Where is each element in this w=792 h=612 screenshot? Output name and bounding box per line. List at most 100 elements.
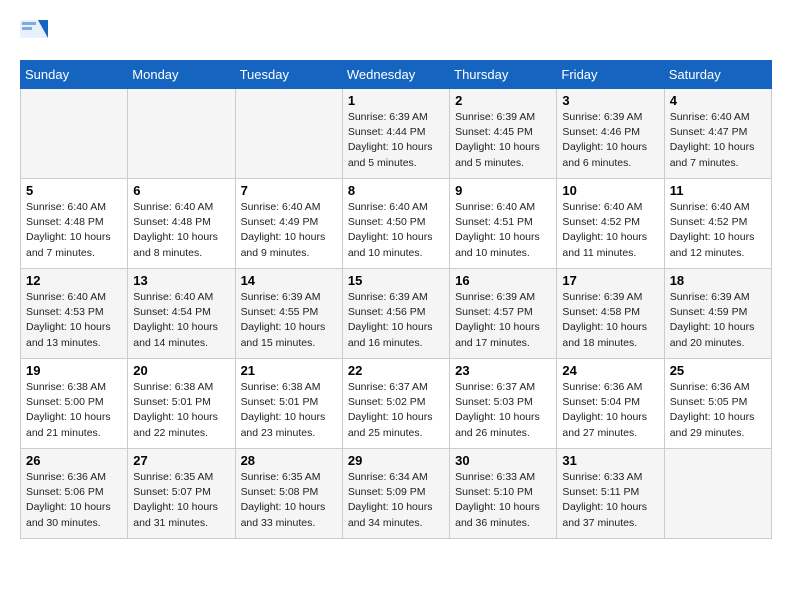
day-number: 29 [348, 453, 444, 468]
calendar-week-1: 1 Sunrise: 6:39 AM Sunset: 4:44 PM Daylig… [21, 89, 772, 179]
day-info: Sunrise: 6:40 AM Sunset: 4:52 PM Dayligh… [562, 200, 658, 261]
calendar-cell: 8 Sunrise: 6:40 AM Sunset: 4:50 PM Daylig… [342, 179, 449, 269]
calendar-cell: 15 Sunrise: 6:39 AM Sunset: 4:56 PM Dayli… [342, 269, 449, 359]
weekday-header-sunday: Sunday [21, 61, 128, 89]
day-info: Sunrise: 6:33 AM Sunset: 5:10 PM Dayligh… [455, 470, 551, 531]
weekday-header-tuesday: Tuesday [235, 61, 342, 89]
weekday-header-saturday: Saturday [664, 61, 771, 89]
weekday-header-friday: Friday [557, 61, 664, 89]
calendar-week-3: 12 Sunrise: 6:40 AM Sunset: 4:53 PM Dayli… [21, 269, 772, 359]
weekday-header-monday: Monday [128, 61, 235, 89]
day-info: Sunrise: 6:35 AM Sunset: 5:07 PM Dayligh… [133, 470, 229, 531]
calendar-cell: 1 Sunrise: 6:39 AM Sunset: 4:44 PM Daylig… [342, 89, 449, 179]
day-number: 16 [455, 273, 551, 288]
day-number: 20 [133, 363, 229, 378]
day-info: Sunrise: 6:39 AM Sunset: 4:58 PM Dayligh… [562, 290, 658, 351]
day-info: Sunrise: 6:40 AM Sunset: 4:48 PM Dayligh… [26, 200, 122, 261]
calendar-cell [128, 89, 235, 179]
day-info: Sunrise: 6:40 AM Sunset: 4:52 PM Dayligh… [670, 200, 766, 261]
day-info: Sunrise: 6:40 AM Sunset: 4:53 PM Dayligh… [26, 290, 122, 351]
day-info: Sunrise: 6:38 AM Sunset: 5:01 PM Dayligh… [133, 380, 229, 441]
day-number: 13 [133, 273, 229, 288]
calendar-cell: 29 Sunrise: 6:34 AM Sunset: 5:09 PM Dayli… [342, 449, 449, 539]
calendar-cell: 5Sunrise: 6:40 AM Sunset: 4:48 PM Daylig… [21, 179, 128, 269]
day-number: 15 [348, 273, 444, 288]
day-info: Sunrise: 6:36 AM Sunset: 5:05 PM Dayligh… [670, 380, 766, 441]
page-header [20, 20, 772, 44]
calendar-cell: 18 Sunrise: 6:39 AM Sunset: 4:59 PM Dayli… [664, 269, 771, 359]
day-number: 17 [562, 273, 658, 288]
day-info: Sunrise: 6:34 AM Sunset: 5:09 PM Dayligh… [348, 470, 444, 531]
day-number: 3 [562, 93, 658, 108]
calendar-cell: 27 Sunrise: 6:35 AM Sunset: 5:07 PM Dayli… [128, 449, 235, 539]
day-number: 26 [26, 453, 122, 468]
calendar-cell: 28Sunrise: 6:35 AM Sunset: 5:08 PM Dayli… [235, 449, 342, 539]
calendar-cell: 6 Sunrise: 6:40 AM Sunset: 4:48 PM Daylig… [128, 179, 235, 269]
day-number: 14 [241, 273, 337, 288]
day-info: Sunrise: 6:37 AM Sunset: 5:03 PM Dayligh… [455, 380, 551, 441]
calendar-cell: 14 Sunrise: 6:39 AM Sunset: 4:55 PM Dayli… [235, 269, 342, 359]
day-info: Sunrise: 6:39 AM Sunset: 4:59 PM Dayligh… [670, 290, 766, 351]
day-info: Sunrise: 6:40 AM Sunset: 4:48 PM Dayligh… [133, 200, 229, 261]
day-info: Sunrise: 6:40 AM Sunset: 4:49 PM Dayligh… [241, 200, 337, 261]
day-info: Sunrise: 6:39 AM Sunset: 4:56 PM Dayligh… [348, 290, 444, 351]
day-number: 21 [241, 363, 337, 378]
weekday-header-wednesday: Wednesday [342, 61, 449, 89]
calendar-header-row: SundayMondayTuesdayWednesdayThursdayFrid… [21, 61, 772, 89]
day-number: 23 [455, 363, 551, 378]
calendar-cell [664, 449, 771, 539]
day-number: 30 [455, 453, 551, 468]
calendar-cell [21, 89, 128, 179]
calendar-cell: 26Sunrise: 6:36 AM Sunset: 5:06 PM Dayli… [21, 449, 128, 539]
logo-icon [20, 20, 50, 44]
calendar-cell: 9 Sunrise: 6:40 AM Sunset: 4:51 PM Daylig… [450, 179, 557, 269]
day-info: Sunrise: 6:38 AM Sunset: 5:00 PM Dayligh… [26, 380, 122, 441]
day-info: Sunrise: 6:39 AM Sunset: 4:57 PM Dayligh… [455, 290, 551, 351]
day-number: 12 [26, 273, 122, 288]
calendar-cell: 12 Sunrise: 6:40 AM Sunset: 4:53 PM Dayli… [21, 269, 128, 359]
day-number: 24 [562, 363, 658, 378]
day-number: 10 [562, 183, 658, 198]
calendar-cell: 2 Sunrise: 6:39 AM Sunset: 4:45 PM Daylig… [450, 89, 557, 179]
calendar-cell: 19Sunrise: 6:38 AM Sunset: 5:00 PM Dayli… [21, 359, 128, 449]
calendar-cell: 22 Sunrise: 6:37 AM Sunset: 5:02 PM Dayli… [342, 359, 449, 449]
day-info: Sunrise: 6:39 AM Sunset: 4:44 PM Dayligh… [348, 110, 444, 171]
day-info: Sunrise: 6:40 AM Sunset: 4:50 PM Dayligh… [348, 200, 444, 261]
day-number: 2 [455, 93, 551, 108]
logo [20, 20, 54, 44]
calendar-week-4: 19Sunrise: 6:38 AM Sunset: 5:00 PM Dayli… [21, 359, 772, 449]
day-number: 18 [670, 273, 766, 288]
calendar-cell: 24 Sunrise: 6:36 AM Sunset: 5:04 PM Dayli… [557, 359, 664, 449]
calendar-cell: 13 Sunrise: 6:40 AM Sunset: 4:54 PM Dayli… [128, 269, 235, 359]
day-info: Sunrise: 6:33 AM Sunset: 5:11 PM Dayligh… [562, 470, 658, 531]
day-info: Sunrise: 6:35 AM Sunset: 5:08 PM Dayligh… [241, 470, 337, 531]
calendar-cell: 31 Sunrise: 6:33 AM Sunset: 5:11 PM Dayli… [557, 449, 664, 539]
calendar-cell: 4Sunrise: 6:40 AM Sunset: 4:47 PM Daylig… [664, 89, 771, 179]
day-number: 9 [455, 183, 551, 198]
day-number: 8 [348, 183, 444, 198]
day-number: 27 [133, 453, 229, 468]
day-info: Sunrise: 6:38 AM Sunset: 5:01 PM Dayligh… [241, 380, 337, 441]
day-info: Sunrise: 6:36 AM Sunset: 5:04 PM Dayligh… [562, 380, 658, 441]
weekday-header-thursday: Thursday [450, 61, 557, 89]
calendar-cell: 25 Sunrise: 6:36 AM Sunset: 5:05 PM Dayli… [664, 359, 771, 449]
day-number: 1 [348, 93, 444, 108]
day-number: 25 [670, 363, 766, 378]
calendar-cell: 17 Sunrise: 6:39 AM Sunset: 4:58 PM Dayli… [557, 269, 664, 359]
calendar-table: SundayMondayTuesdayWednesdayThursdayFrid… [20, 60, 772, 539]
calendar-cell: 7Sunrise: 6:40 AM Sunset: 4:49 PM Daylig… [235, 179, 342, 269]
day-number: 11 [670, 183, 766, 198]
calendar-cell: 23 Sunrise: 6:37 AM Sunset: 5:03 PM Dayli… [450, 359, 557, 449]
day-number: 22 [348, 363, 444, 378]
day-info: Sunrise: 6:40 AM Sunset: 4:54 PM Dayligh… [133, 290, 229, 351]
day-info: Sunrise: 6:37 AM Sunset: 5:02 PM Dayligh… [348, 380, 444, 441]
day-number: 6 [133, 183, 229, 198]
calendar-week-2: 5Sunrise: 6:40 AM Sunset: 4:48 PM Daylig… [21, 179, 772, 269]
calendar-cell: 11 Sunrise: 6:40 AM Sunset: 4:52 PM Dayli… [664, 179, 771, 269]
calendar-cell [235, 89, 342, 179]
calendar-cell: 21 Sunrise: 6:38 AM Sunset: 5:01 PM Dayli… [235, 359, 342, 449]
day-info: Sunrise: 6:40 AM Sunset: 4:51 PM Dayligh… [455, 200, 551, 261]
day-info: Sunrise: 6:39 AM Sunset: 4:55 PM Dayligh… [241, 290, 337, 351]
day-number: 31 [562, 453, 658, 468]
day-info: Sunrise: 6:39 AM Sunset: 4:45 PM Dayligh… [455, 110, 551, 171]
